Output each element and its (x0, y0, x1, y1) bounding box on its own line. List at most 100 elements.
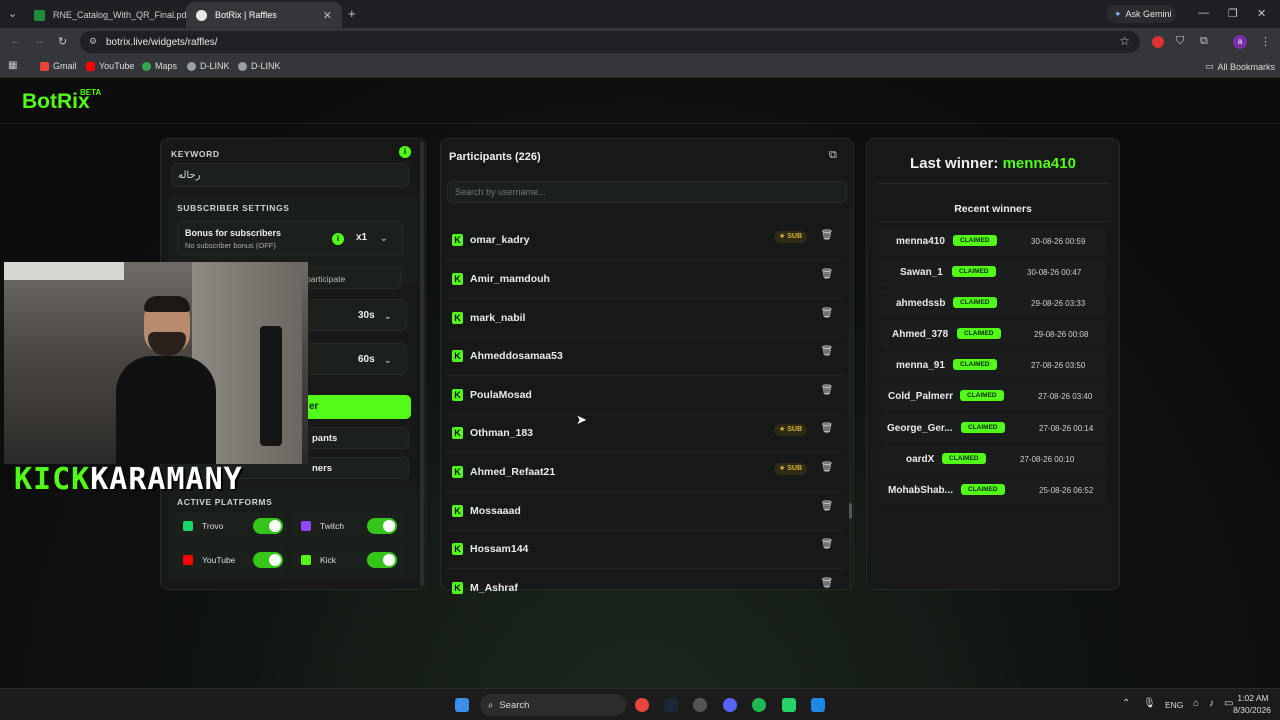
timer-select-1[interactable]: 30s ⌄ (358, 306, 402, 326)
tab-botrix-raffles[interactable]: BotRix | Raffles ✕ (186, 2, 342, 28)
network-icon[interactable]: ⌂ (1193, 698, 1199, 709)
all-bookmarks[interactable]: ▭ All Bookmarks (1205, 61, 1275, 72)
claimed-badge: CLAIMED (961, 484, 1005, 495)
sub-badge: ★ SUB (774, 424, 808, 436)
timer-select-2[interactable]: 60s ⌄ (358, 350, 402, 370)
kick-logo-icon: K (452, 505, 463, 517)
tab-rne-catalog[interactable]: RNE_Catalog_With_QR_Final.pd ✕ (24, 2, 196, 28)
platform-name: Twitch (320, 521, 345, 531)
trash-icon[interactable]: 🗑 (820, 385, 834, 399)
trash-icon[interactable]: 🗑 (820, 462, 834, 476)
platform-name: Trovo (202, 521, 224, 531)
bonus-multiplier-select[interactable]: x1 ⌄ (350, 228, 392, 248)
forward-icon[interactable]: → (34, 35, 45, 47)
browser-toolbar: ← → ↻ ⚙ botrix.live/widgets/raffles/ ☆ ⛉… (0, 28, 1280, 56)
bookmark-label: D-LINK (200, 61, 230, 71)
reload-icon[interactable]: ↻ (58, 35, 67, 48)
winner-name: George_Ger... (887, 423, 953, 434)
shield-extension-icon[interactable]: ⛉ (1176, 35, 1184, 48)
new-tab-button[interactable]: + (348, 6, 356, 21)
recent-winners-label: Recent winners (954, 203, 1032, 215)
ask-gemini-button[interactable]: ✦ Ask Gemini (1106, 5, 1176, 23)
bookmark-youtube[interactable]: YouTube (86, 61, 134, 71)
keyword-input[interactable]: رحاله (171, 163, 409, 187)
whatsapp-icon[interactable] (782, 698, 796, 712)
participant-row: K Ahmeddosamaa53 🗑 (446, 338, 844, 376)
kick-word: KICK (14, 462, 91, 497)
ask-gemini-label: Ask Gemini (1125, 9, 1172, 19)
apps-grid-icon[interactable]: ▦ (8, 60, 17, 71)
participant-row: K PoulaMosad 🗑 (446, 377, 844, 415)
extension-red-icon[interactable] (1152, 36, 1164, 48)
bookmark-gmail[interactable]: Gmail (40, 61, 77, 71)
tab-search-chevron-icon[interactable]: ⌄ (8, 7, 17, 20)
mail-icon[interactable] (811, 698, 825, 712)
participant-username: mark_nabil (470, 312, 526, 324)
restore-icon[interactable]: ❐ (1228, 7, 1238, 20)
youtube-icon (183, 555, 193, 565)
spotify-icon[interactable] (752, 698, 766, 712)
info-icon[interactable]: i (399, 146, 411, 158)
site-info-icon[interactable]: ⚙ (89, 36, 97, 47)
drive-icon (34, 9, 45, 21)
sub-badge: ★ SUB (774, 463, 808, 475)
winner-name: oardX (906, 454, 935, 465)
youtube-toggle[interactable] (253, 552, 283, 568)
back-icon[interactable]: ← (10, 35, 21, 47)
participant-search-input[interactable]: Search by username... (447, 181, 847, 203)
participants-scrollbar-track[interactable] (849, 209, 852, 589)
language-indicator[interactable]: ENG (1165, 700, 1183, 710)
bookmark-maps[interactable]: Maps (142, 61, 177, 71)
participant-username: Ahmed_Refaat21 (470, 466, 556, 478)
sub-badge: ★ SUB (774, 231, 808, 243)
trash-icon[interactable]: 🗑 (820, 423, 834, 437)
trash-icon[interactable]: 🗑 (820, 269, 834, 283)
menu-kebab-icon[interactable]: ⋮ (1260, 35, 1271, 48)
participants-scrollbar-thumb[interactable] (849, 503, 852, 519)
platform-youtube: YouTube (175, 547, 287, 573)
trovo-toggle[interactable] (253, 518, 283, 534)
active-platforms-section: ACTIVE PLATFORMS Trovo Twitch YouTube Ki… (169, 489, 419, 581)
trash-icon[interactable]: 🗑 (820, 578, 834, 592)
windows-start-icon[interactable] (455, 698, 469, 712)
botrix-favicon-icon (196, 9, 207, 21)
participant-username: Hossam144 (470, 543, 529, 555)
trash-icon[interactable]: 🗑 (820, 308, 834, 322)
bookmark-dlink-2[interactable]: D-LINK (238, 61, 281, 71)
twitch-toggle[interactable] (367, 518, 397, 534)
multiplier-value: x1 (356, 232, 368, 243)
kick-logo-icon: K (452, 312, 463, 324)
clock-date[interactable]: 8/30/2026 (1228, 705, 1276, 715)
volume-icon[interactable]: ♪ (1209, 698, 1214, 709)
steam-icon[interactable] (664, 698, 678, 712)
trash-icon[interactable]: 🗑 (820, 501, 834, 515)
extensions-puzzle-icon[interactable]: ⧉ (1200, 35, 1208, 48)
trash-icon[interactable]: 🗑 (820, 539, 834, 553)
clock-time[interactable]: 1:02 AM (1236, 693, 1270, 703)
chrome-icon[interactable] (635, 698, 649, 712)
address-bar[interactable]: ⚙ botrix.live/widgets/raffles/ ☆ (80, 31, 1140, 53)
microphone-icon[interactable]: 🎙 (1143, 698, 1156, 709)
trash-icon[interactable]: 🗑 (820, 346, 834, 360)
tray-chevron-up-icon[interactable]: ⌃ (1122, 698, 1130, 709)
close-window-icon[interactable]: ✕ (1257, 7, 1266, 20)
trovo-icon (183, 521, 193, 531)
kick-toggle[interactable] (367, 552, 397, 568)
profile-avatar[interactable]: a (1233, 35, 1247, 49)
bonus-info-icon[interactable]: i (332, 233, 344, 245)
trash-icon[interactable]: 🗑 (820, 230, 834, 244)
kick-logo-icon: K (452, 543, 463, 555)
participant-username: Othman_183 (470, 427, 534, 439)
close-tab-icon[interactable]: ✕ (323, 9, 332, 22)
settings-scrollbar[interactable] (420, 142, 424, 586)
taskbar-search[interactable]: ⌕ Search (480, 694, 626, 716)
clear-winners-label: ners (312, 463, 333, 474)
app-icon[interactable] (693, 698, 707, 712)
discord-icon[interactable] (723, 698, 737, 712)
botrix-logo[interactable]: BotRix BETA (22, 88, 101, 114)
minimize-icon[interactable]: — (1198, 7, 1209, 19)
bookmark-star-icon[interactable]: ☆ (1119, 34, 1130, 48)
winner-row: MohabShab... CLAIMED 25-08-26 06:52 (880, 476, 1106, 505)
bookmark-dlink-1[interactable]: D-LINK (187, 61, 230, 71)
copy-icon[interactable]: ⧉ (829, 149, 843, 163)
